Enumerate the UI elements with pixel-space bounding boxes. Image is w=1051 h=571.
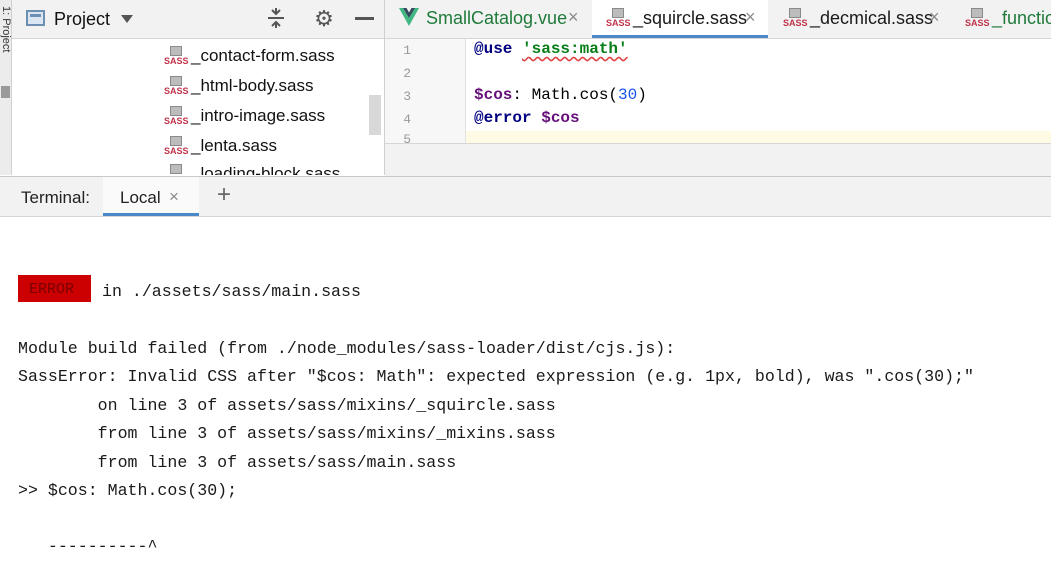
file-name: _contact-form.sass [191,46,335,65]
terminal-line: >> $cos: Math.cos(30); [18,481,238,500]
tab-squircle-sass[interactable]: SASS _squircle.sass × [592,0,768,38]
file-name: _html-body.sass [191,76,314,95]
error-badge: ERROR [18,275,91,302]
file-tree-item[interactable]: SASS _loading-block.sass [164,159,374,175]
tab-label: _functio [992,8,1051,28]
project-scrollbar[interactable] [369,95,381,135]
tab-label: Local [120,188,161,207]
close-icon[interactable]: × [169,187,179,207]
minimize-icon[interactable] [355,17,374,20]
line-number: 2 [403,66,411,81]
terminal-toolbar: Terminal: Local × + [0,177,1051,217]
terminal-output[interactable]: ERROR in ./assets/sass/main.sass Module … [0,217,1051,571]
tab-decmical-sass[interactable]: SASS _decmical.sass × [769,0,949,38]
terminal-line: ----------^ [18,537,158,556]
code-line: @error $cos [474,109,580,127]
current-line-highlight [466,131,1051,143]
terminal-line: Module build failed (from ./node_modules… [18,339,676,358]
project-header: Project ⚙ [12,0,384,39]
tool-window-strip: 1: Project [0,0,12,175]
line-number: 1 [403,43,411,58]
gear-icon[interactable]: ⚙ [312,7,336,31]
terminal-line: from line 3 of assets/sass/main.sass [18,453,457,472]
sass-file-icon: SASS [164,164,189,175]
line-number: 4 [403,112,411,127]
terminal-title: Terminal: [21,188,90,207]
close-icon[interactable]: × [745,7,756,28]
file-tree-item[interactable]: SASS _intro-image.sass [164,101,374,131]
project-panel: Project ⚙ SASS _contact-form.sass SASS _… [12,0,385,175]
new-terminal-button[interactable]: + [213,182,235,208]
terminal-line: in ./assets/sass/main.sass [102,282,361,301]
project-view-selector[interactable]: Project [54,9,110,30]
tab-local-terminal[interactable]: Local × [103,177,199,216]
file-tree-item[interactable]: SASS _contact-form.sass [164,41,374,71]
file-tree-item[interactable]: SASS _html-body.sass [164,71,374,101]
code-line: $cos: Math.cos(30) [474,86,647,104]
tab-label: SmallCatalog.vue [426,8,568,28]
vue-icon [399,8,419,26]
sass-file-icon: SASS [965,8,990,28]
file-tree-item[interactable]: SASS _lenta.sass [164,131,374,161]
tab-functions-sass[interactable]: SASS _functio [951,0,1051,38]
sass-file-icon: SASS [164,46,189,66]
editor-bottom-area [385,143,1051,176]
sass-file-icon: SASS [783,8,808,28]
terminal-line: SassError: Invalid CSS after "$cos: Math… [18,367,974,386]
file-name: _lenta.sass [191,136,277,155]
project-file-tree: SASS _contact-form.sass SASS _html-body.… [12,39,384,175]
line-number-gutter: 1 2 3 4 5 [385,39,466,143]
file-name: _intro-image.sass [191,106,326,125]
tab-label: _decmical.sass [810,8,934,28]
code-editor[interactable]: @use 'sass:math' $cos: Math.cos(30) @err… [466,39,1051,143]
file-name: _loading-block.sass [191,164,341,175]
chevron-down-icon[interactable] [121,15,133,23]
collapse-all-icon[interactable] [266,8,286,28]
editor-tab-bar: SmallCatalog.vue × SASS _squircle.sass ×… [385,0,1051,39]
sass-file-icon: SASS [164,76,189,96]
sass-file-icon: SASS [164,136,189,156]
terminal-line: on line 3 of assets/sass/mixins/_squircl… [18,396,556,415]
strip-grip [1,86,10,98]
sass-file-icon: SASS [606,8,631,28]
tab-label: _squircle.sass [633,8,748,28]
line-number: 5 [403,132,411,143]
line-number: 3 [403,89,411,104]
close-icon[interactable]: × [929,7,940,28]
tab-smallcatalog-vue[interactable]: SmallCatalog.vue × [385,0,591,38]
close-icon[interactable]: × [568,7,579,28]
project-tool-button[interactable]: 1: Project [0,6,12,76]
project-folder-icon [26,10,45,26]
code-line: @use 'sass:math' [474,40,628,58]
sass-file-icon: SASS [164,106,189,126]
editor-area: SmallCatalog.vue × SASS _squircle.sass ×… [385,0,1051,176]
terminal-line: from line 3 of assets/sass/mixins/_mixin… [18,424,556,443]
terminal-panel: Terminal: Local × + ERROR in ./assets/sa… [0,176,1051,571]
